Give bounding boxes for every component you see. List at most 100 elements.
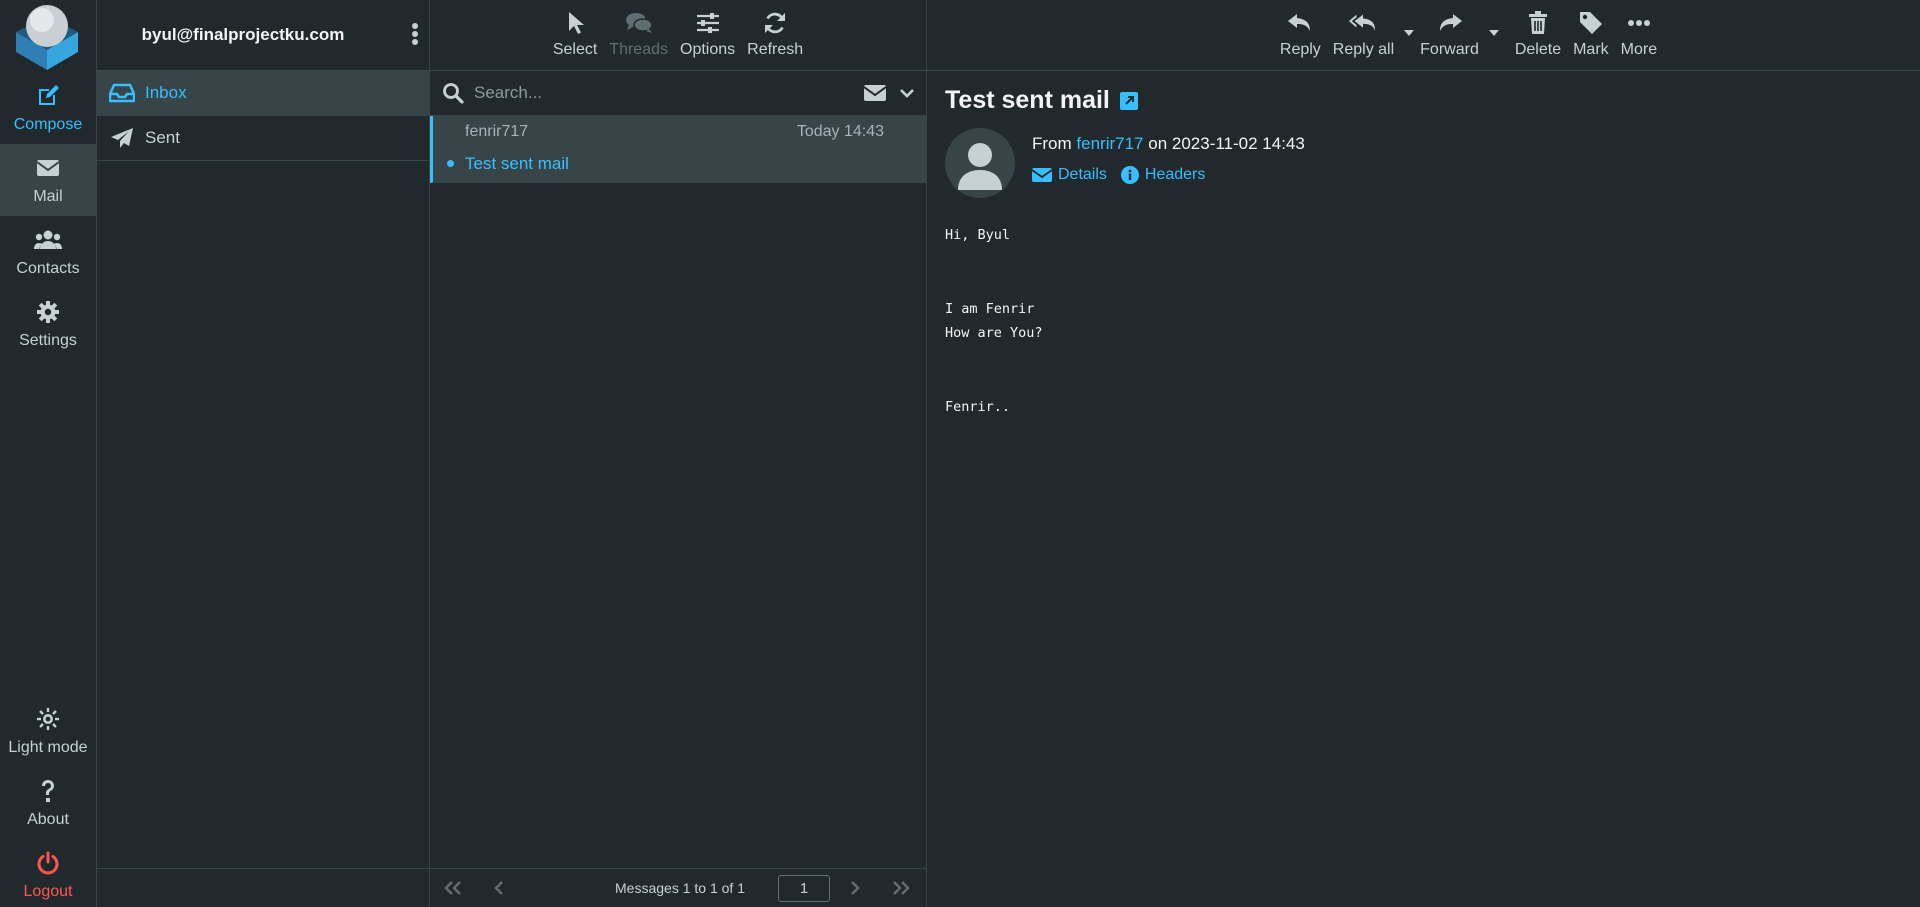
compose-button[interactable]: Compose	[0, 72, 96, 144]
light-mode-label: Light mode	[8, 739, 88, 756]
about-button[interactable]: About	[0, 767, 96, 839]
headers-link[interactable]: Headers	[1120, 166, 1206, 184]
mark-label: Mark	[1573, 41, 1609, 58]
cursor-icon	[561, 9, 589, 37]
caret-down-icon[interactable]	[1404, 30, 1415, 36]
refresh-button[interactable]: Refresh	[741, 0, 809, 59]
reply-all-label: Reply all	[1332, 41, 1395, 58]
light-mode-button[interactable]: Light mode	[0, 695, 96, 767]
mail-button[interactable]: Mail	[0, 144, 96, 216]
task-menu: Compose Mail Contacts Settings Light mod…	[0, 0, 97, 907]
reply-icon	[1286, 9, 1314, 37]
kebab-menu-icon[interactable]	[411, 22, 419, 46]
gear-icon	[34, 298, 62, 326]
sender-avatar	[945, 128, 1015, 198]
folder-footer	[97, 868, 429, 907]
message-from: fenrir717	[465, 123, 529, 140]
chevron-down-icon[interactable]	[900, 88, 914, 98]
folder-inbox-label: Inbox	[145, 83, 187, 102]
more-button[interactable]: More	[1615, 0, 1663, 59]
question-icon	[34, 777, 62, 805]
message-body: Hi, Byul I am Fenrir How are You? Fenrir…	[945, 227, 1043, 415]
search-input[interactable]	[474, 83, 864, 103]
logout-label: Logout	[23, 883, 73, 900]
message-content-panel: Reply Reply all Forward Delete Mark More…	[927, 0, 1920, 907]
subject-text: Test sent mail	[945, 86, 1110, 114]
about-label: About	[27, 811, 69, 828]
list-toolbar: Select Threads Options Refresh	[430, 0, 926, 71]
pagination-bar: Messages 1 to 1 of 1	[430, 868, 926, 907]
account-name: byul@finalprojectku.com	[141, 25, 345, 44]
message-toolbar: Reply Reply all Forward Delete Mark More	[927, 0, 1920, 71]
headers-label: Headers	[1144, 166, 1206, 183]
threads-button[interactable]: Threads	[603, 0, 674, 59]
message-list-panel: Select Threads Options Refresh Search...…	[430, 0, 927, 907]
sun-icon	[34, 705, 62, 733]
folder-inbox[interactable]: Inbox	[97, 71, 429, 116]
open-in-new-window-icon[interactable]	[1119, 91, 1138, 110]
select-button[interactable]: Select	[547, 0, 603, 59]
sender-link[interactable]: fenrir717	[1076, 134, 1143, 153]
comments-icon	[625, 9, 653, 37]
delete-label: Delete	[1514, 41, 1562, 58]
folder-list-panel: byul@finalprojectku.com Inbox Sent	[97, 0, 430, 907]
options-label: Options	[680, 41, 736, 58]
last-page-icon[interactable]	[878, 869, 924, 907]
header-links: Details Headers	[1032, 166, 1219, 184]
refresh-label: Refresh	[747, 41, 804, 58]
reply-all-button[interactable]: Reply all	[1327, 0, 1415, 59]
details-label: Details	[1058, 166, 1107, 183]
forward-button[interactable]: Forward	[1414, 0, 1499, 59]
mark-button[interactable]: Mark	[1567, 0, 1615, 59]
contacts-button[interactable]: Contacts	[0, 216, 96, 288]
details-link[interactable]: Details	[1032, 166, 1107, 184]
page-number-input[interactable]	[778, 874, 830, 902]
settings-button[interactable]: Settings	[0, 288, 96, 360]
delete-button[interactable]: Delete	[1509, 0, 1567, 59]
envelope-icon	[34, 154, 62, 182]
logout-button[interactable]: Logout	[0, 839, 96, 907]
tag-icon	[1577, 9, 1605, 37]
contacts-label: Contacts	[16, 260, 80, 277]
from-prefix: From	[1032, 134, 1072, 153]
forward-icon	[1436, 9, 1464, 37]
options-button[interactable]: Options	[674, 0, 741, 59]
message-count: Messages 1 to 1 of 1	[615, 880, 745, 896]
envelope-icon	[1032, 167, 1052, 183]
ellipsis-icon	[1625, 9, 1653, 37]
compose-label: Compose	[13, 116, 83, 133]
reply-button[interactable]: Reply	[1274, 0, 1327, 59]
compose-icon	[34, 82, 62, 110]
power-icon	[34, 849, 62, 877]
from-line: From fenrir717 on 2023-11-02 14:43	[1032, 134, 1305, 154]
inbox-icon	[109, 82, 135, 104]
folder-sent-label: Sent	[145, 128, 180, 147]
caret-down-icon[interactable]	[1488, 30, 1499, 36]
more-label: More	[1620, 41, 1658, 58]
users-icon	[34, 226, 62, 254]
message-date: Today 14:43	[796, 123, 884, 140]
unread-indicator	[447, 160, 454, 167]
message-subject-heading: Test sent mail	[945, 86, 1900, 115]
trash-icon	[1524, 9, 1552, 37]
previous-page-icon[interactable]	[476, 869, 522, 907]
next-page-icon[interactable]	[832, 869, 878, 907]
select-label: Select	[552, 41, 598, 58]
roundcube-logo[interactable]	[12, 2, 82, 72]
refresh-icon	[761, 9, 789, 37]
mail-label: Mail	[33, 188, 63, 205]
search-icon[interactable]	[442, 82, 464, 104]
settings-label: Settings	[19, 332, 77, 349]
info-icon	[1120, 166, 1139, 184]
message-header: Test sent mail From fenrir717 on 2023-11…	[945, 86, 1900, 198]
envelope-icon[interactable]	[864, 84, 886, 102]
folder-sent[interactable]: Sent	[97, 116, 429, 161]
reply-all-icon	[1349, 9, 1377, 37]
message-row[interactable]: fenrir717 Today 14:43 Test sent mail	[430, 116, 926, 183]
forward-label: Forward	[1420, 41, 1479, 58]
first-page-icon[interactable]	[430, 869, 476, 907]
message-subject: Test sent mail	[465, 154, 569, 173]
sliders-icon	[694, 9, 722, 37]
paper-plane-icon	[109, 127, 135, 149]
sent-date: on 2023-11-02 14:43	[1148, 134, 1305, 153]
